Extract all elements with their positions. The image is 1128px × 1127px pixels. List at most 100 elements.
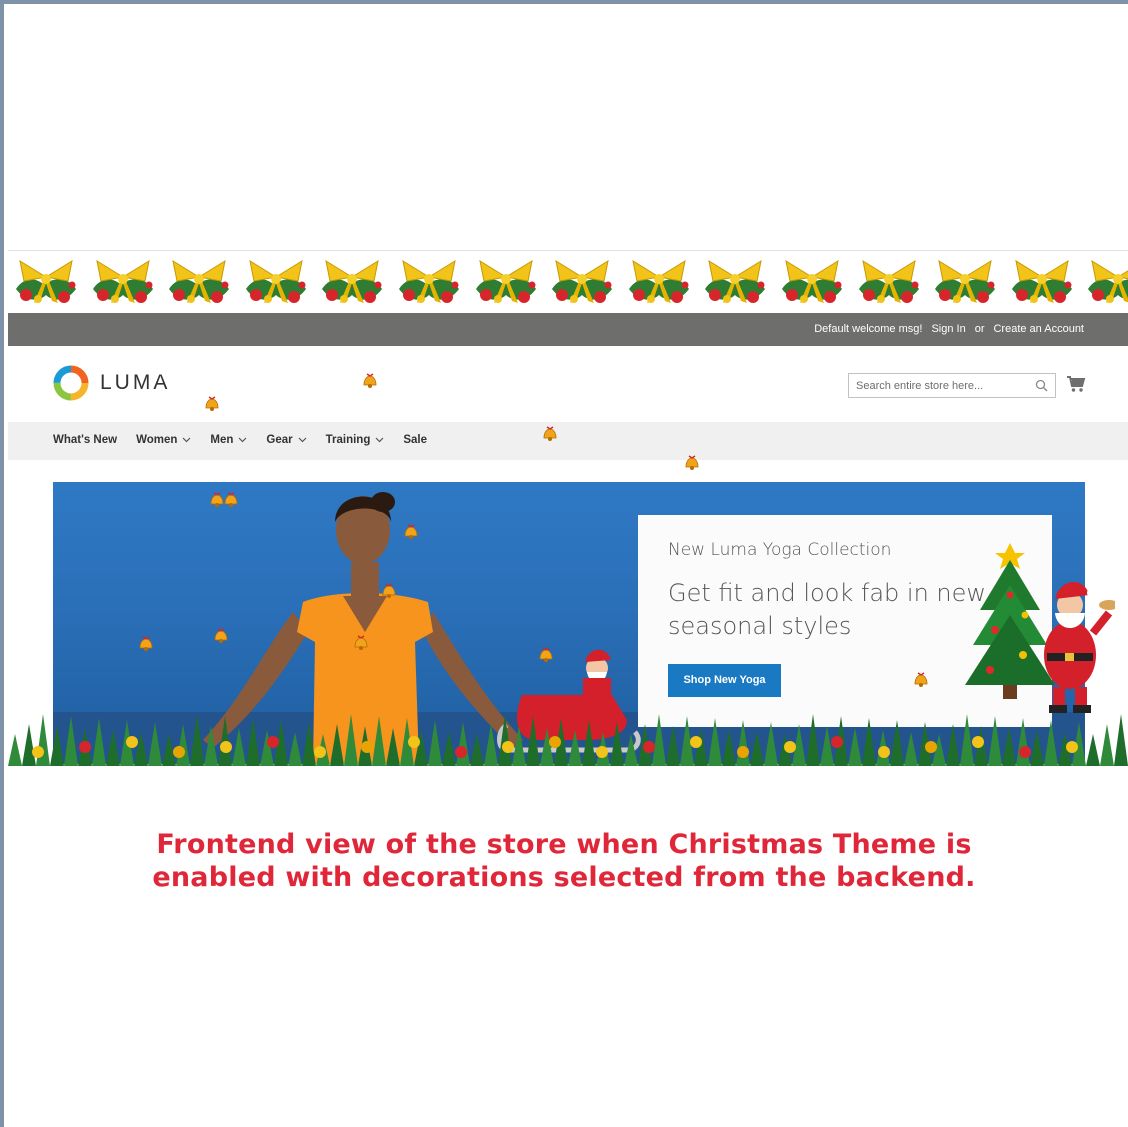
bell-icon <box>537 647 555 668</box>
pine-branch <box>848 728 862 766</box>
create-account-link[interactable]: Create an Account <box>993 323 1084 335</box>
store-logo[interactable]: LUMA <box>52 364 170 402</box>
garland-bow-icon <box>391 251 468 312</box>
nav-item-men[interactable]: Men <box>210 434 247 446</box>
pine-branch <box>610 722 624 766</box>
ornament-ball <box>32 746 44 758</box>
search-input[interactable] <box>849 374 1029 397</box>
pine-branch <box>190 714 204 766</box>
garland-bow-icon <box>697 251 774 312</box>
garland-bow-icon <box>544 251 621 312</box>
bell-icon <box>361 373 379 394</box>
caption-line-2: enabled with decorations selected from t… <box>152 862 976 893</box>
pine-branch <box>428 720 442 766</box>
santa-icon <box>1044 581 1115 713</box>
bell-icon <box>352 635 370 656</box>
pine-branch <box>666 726 680 766</box>
nav-item-gear[interactable]: Gear <box>266 434 307 446</box>
pine-branch <box>36 714 50 766</box>
pine-branch <box>498 714 512 766</box>
logo-text: LUMA <box>100 371 171 394</box>
pine-branch <box>526 716 540 766</box>
ornament-ball <box>831 736 843 748</box>
garland-bow-icon <box>314 251 391 312</box>
sign-in-link[interactable]: Sign In <box>931 323 965 335</box>
pine-branch <box>582 720 596 766</box>
header-links: Default welcome msg! Sign In or Create a… <box>814 323 1084 335</box>
christmas-garland <box>8 250 1128 312</box>
bell-icon <box>212 628 230 649</box>
bell-icon <box>222 492 240 513</box>
pine-branch <box>722 730 736 766</box>
shop-new-yoga-button[interactable]: Shop New Yoga <box>668 664 781 697</box>
pine-branch <box>1114 714 1128 766</box>
garland-bow-icon <box>774 251 851 312</box>
pine-branch <box>1016 718 1030 766</box>
pine-branch <box>134 732 148 766</box>
pine-branch <box>246 718 260 766</box>
ornament-ball <box>596 746 608 758</box>
promo-headline: Get fit and look fab in new seasonal sty… <box>668 579 987 640</box>
pine-garland <box>8 714 1128 766</box>
garland-bow-icon <box>621 251 698 312</box>
bell-icon <box>541 426 559 447</box>
search-icon[interactable] <box>1035 379 1048 392</box>
caption: Frontend view of the store when Christma… <box>0 828 1128 894</box>
pine-branch <box>372 716 386 766</box>
pine-branch <box>708 718 722 766</box>
nav-item-training[interactable]: Training <box>326 434 385 446</box>
pine-branch <box>92 718 106 766</box>
pine-branch <box>960 714 974 766</box>
pine-branch <box>204 726 218 766</box>
pine-branch <box>736 720 750 766</box>
pine-branch <box>176 724 190 766</box>
ornament-ball <box>878 746 890 758</box>
pine-branch <box>330 724 344 766</box>
pine-branch <box>344 714 358 766</box>
pine-branch <box>512 726 526 766</box>
cart-icon[interactable] <box>1066 375 1086 393</box>
pine-branch <box>288 732 302 766</box>
ornament-ball <box>173 746 185 758</box>
garland-bow-icon <box>161 251 238 312</box>
pine-branch <box>218 716 232 766</box>
bell-icon <box>402 524 420 545</box>
pine-branch <box>302 722 316 766</box>
pine-branch <box>22 724 36 766</box>
bell-icon <box>203 396 221 417</box>
ornament-ball <box>314 746 326 758</box>
nav-item-whats-new[interactable]: What's New <box>53 434 117 446</box>
pine-branch <box>946 724 960 766</box>
pine-branch <box>1086 734 1100 766</box>
garland-bow-icon <box>1080 251 1128 312</box>
bell-icon <box>137 636 155 657</box>
pine-branch <box>64 716 78 766</box>
bell-icon <box>683 455 701 476</box>
ornament-ball <box>1066 741 1078 753</box>
ornament-ball <box>784 741 796 753</box>
ornament-ball <box>643 741 655 753</box>
chevron-down-icon <box>238 437 247 443</box>
pine-branch <box>806 714 820 766</box>
ornament-ball <box>972 736 984 748</box>
pine-branch <box>260 730 274 766</box>
luma-logo-icon <box>53 365 89 401</box>
garland-bow-icon <box>238 251 315 312</box>
ornament-ball <box>408 736 420 748</box>
nav-item-sale[interactable]: Sale <box>403 434 427 446</box>
ornament-ball <box>690 736 702 748</box>
chevron-down-icon <box>375 437 384 443</box>
bell-icon <box>380 583 398 604</box>
garland-bow-icon <box>8 251 85 312</box>
pine-branch <box>988 716 1002 766</box>
search-box <box>848 373 1056 398</box>
ornament-ball <box>267 736 279 748</box>
pine-branch <box>624 734 638 766</box>
ornament-ball <box>502 741 514 753</box>
pine-branch <box>750 732 764 766</box>
pine-branch <box>862 718 876 766</box>
pine-branch <box>470 734 484 766</box>
or-separator: or <box>974 323 985 335</box>
pine-branch <box>148 722 162 766</box>
nav-item-women[interactable]: Women <box>136 434 191 446</box>
